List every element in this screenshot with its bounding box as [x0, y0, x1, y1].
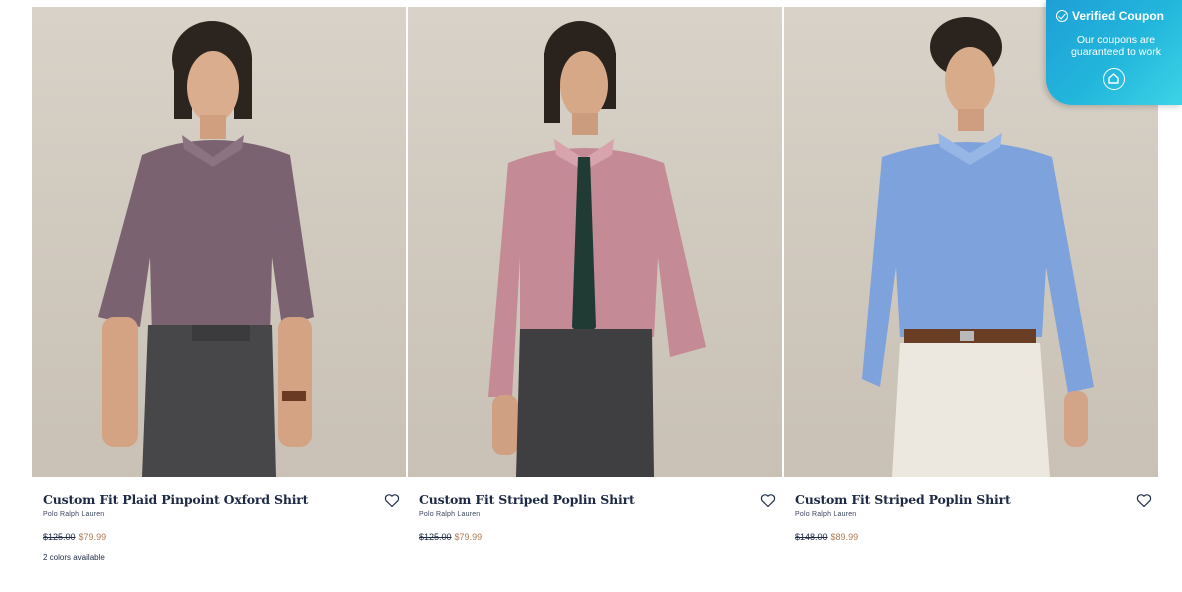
- product-title[interactable]: Custom Fit Striped Poplin Shirt: [419, 492, 739, 507]
- coupon-subtitle: Our coupons are guaranteed to work: [1071, 34, 1161, 58]
- product-card[interactable]: Custom Fit Striped Poplin Shirt Polo Ral…: [408, 7, 782, 587]
- sale-price: $79.99: [454, 532, 483, 542]
- product-card[interactable]: Custom Fit Plaid Pinpoint Oxford Shirt P…: [32, 7, 406, 587]
- product-brand: Polo Ralph Lauren: [419, 511, 481, 518]
- house-icon[interactable]: [1103, 68, 1125, 90]
- price-block: $148.00 $89.99: [795, 532, 858, 542]
- sale-price: $79.99: [78, 532, 107, 542]
- product-grid: Custom Fit Plaid Pinpoint Oxford Shirt P…: [32, 7, 1158, 587]
- coupon-header: Verified Coupon: [1056, 9, 1164, 23]
- original-price: $148.00: [795, 532, 828, 542]
- product-brand: Polo Ralph Lauren: [43, 511, 105, 518]
- sale-price: $89.99: [830, 532, 859, 542]
- price-block: $125.00 $79.99: [419, 532, 482, 542]
- coupon-title: Verified Coupon: [1072, 9, 1165, 23]
- product-title[interactable]: Custom Fit Plaid Pinpoint Oxford Shirt: [43, 492, 363, 507]
- product-title[interactable]: Custom Fit Striped Poplin Shirt: [795, 492, 1115, 507]
- original-price: $125.00: [419, 532, 452, 542]
- heart-icon[interactable]: [384, 493, 400, 508]
- product-photo[interactable]: [408, 7, 782, 477]
- product-photo[interactable]: [32, 7, 406, 477]
- price-block: $125.00 $79.99: [43, 532, 106, 542]
- verified-coupon-badge[interactable]: Verified Coupon Our coupons are guarante…: [1046, 0, 1182, 105]
- colors-available[interactable]: 2 colors available: [43, 553, 105, 562]
- heart-icon[interactable]: [1136, 493, 1152, 508]
- original-price: $125.00: [43, 532, 76, 542]
- check-circle-icon: [1056, 10, 1068, 22]
- heart-icon[interactable]: [760, 493, 776, 508]
- product-brand: Polo Ralph Lauren: [795, 511, 857, 518]
